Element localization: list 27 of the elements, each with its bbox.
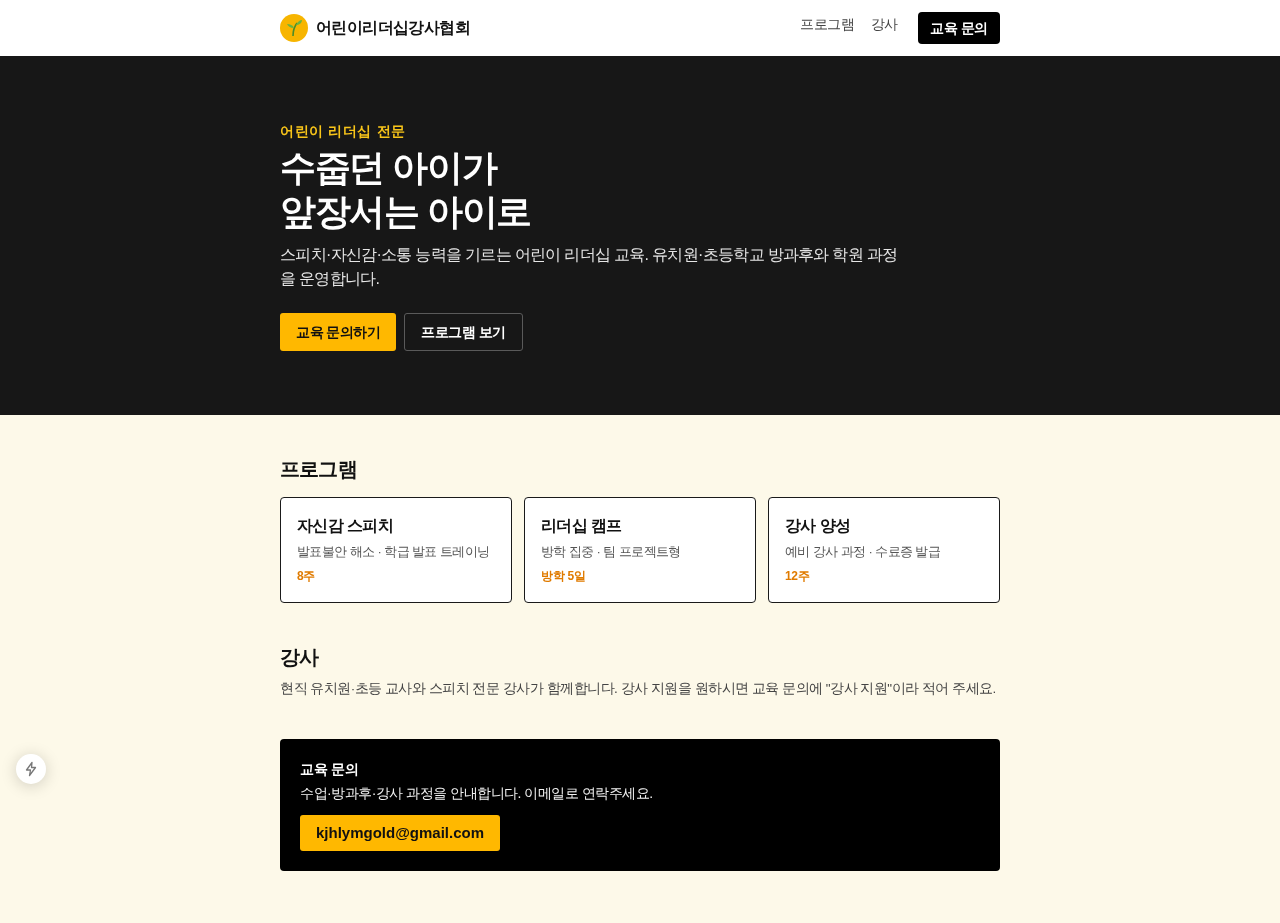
nav-link[interactable]: 강사: [870, 17, 899, 31]
email-button[interactable]: kjhlymgold@gmail.com: [300, 815, 500, 852]
inquiry-button[interactable]: 교육 문의하기: [280, 313, 397, 351]
program-duration: 8주: [297, 568, 317, 584]
lightning-button[interactable]: [16, 754, 46, 784]
sprout-logo-icon: [280, 14, 308, 42]
section-heading: 강사: [280, 645, 320, 669]
program-title: 강사 양성: [785, 516, 852, 536]
section-heading: 프로그램: [280, 457, 358, 481]
contact-text: 수업·방과후·강사 과정을 안내합니다. 이메일로 연락주세요.: [300, 784, 654, 804]
program-description: 방학 집중 · 팀 프로젝트형: [541, 543, 682, 561]
program-title: 자신감 스피치: [297, 516, 395, 536]
program-title: 리더십 캠프: [541, 516, 623, 536]
nav-link[interactable]: 프로그램: [799, 17, 855, 31]
brand-name: 어린이리더십강사협회: [316, 18, 470, 38]
contact-heading: 교육 문의: [300, 760, 360, 780]
hero-description: 스피치·자신감·소통 능력을 기르는 어린이 리더십 교육. 유치원·초등학교 방과후와 학원 과정을 운영합니다.: [280, 245, 899, 289]
program-duration: 방학 5일: [541, 568, 587, 584]
program-description: 발표불안 해소 · 학급 발표 트레이닝: [297, 543, 491, 561]
instructors-text: 현직 유치원·초등 교사와 스피치 전문 강사가 함께합니다. 강사 지원을 원하시면 교육 문의에 "강사 지원"이라 적어 주세요.: [280, 680, 997, 698]
program-description: 예비 강사 과정 · 수료증 발급: [785, 543, 942, 561]
hero-eyebrow: 어린이 리더십 전문: [280, 122, 407, 141]
lightning-icon: [23, 761, 39, 777]
inquiry-button[interactable]: 교육 문의: [918, 12, 1000, 44]
hero-title: 수줍던 아이가 앞장서는 아이로: [280, 146, 532, 234]
programs-button[interactable]: 프로그램 보기: [404, 313, 523, 351]
program-duration: 12주: [785, 568, 811, 584]
